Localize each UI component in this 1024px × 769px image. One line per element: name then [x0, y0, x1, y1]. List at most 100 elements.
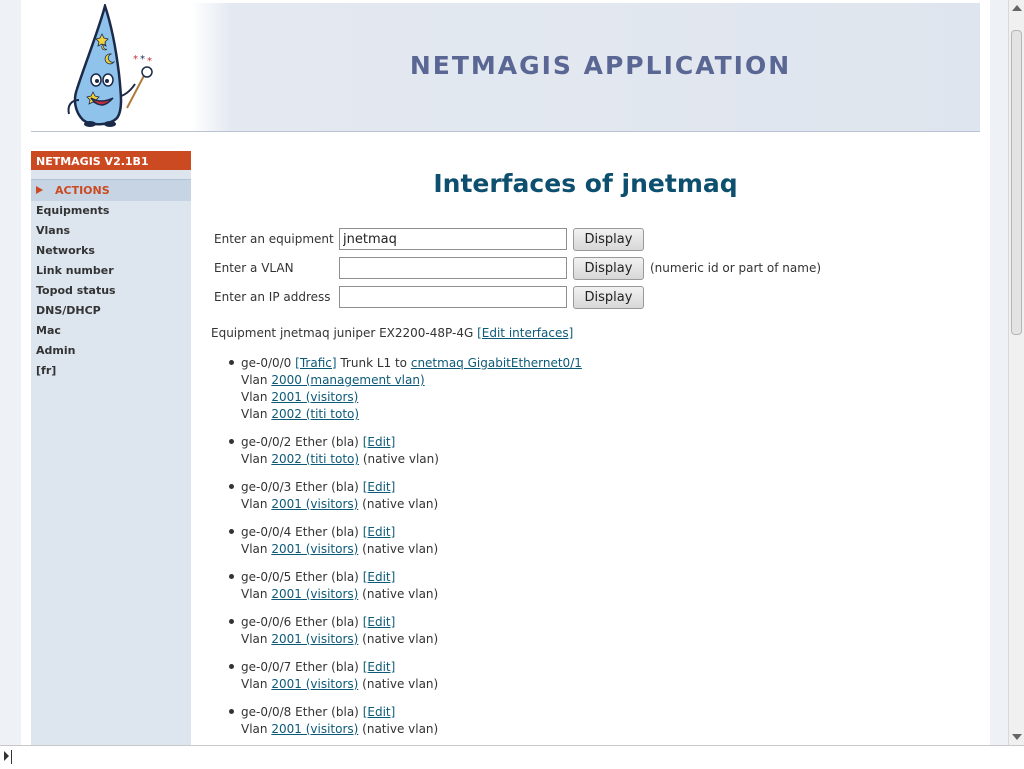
edit-interface-link[interactable]: [Edit]	[363, 480, 396, 494]
wizard-hat-mascot-icon: * * *	[67, 4, 153, 127]
play-arrow-icon	[4, 751, 9, 761]
interface-description: Ether (bla)	[295, 570, 359, 584]
interface-name: ge-0/0/5	[241, 570, 292, 584]
interface-description: Ether (bla)	[295, 435, 359, 449]
vlan-line: Vlan 2001 (visitors) (native vlan)	[241, 631, 582, 648]
sidebar-item-topod-status[interactable]: Topod status	[31, 281, 191, 301]
bullet-icon	[229, 574, 234, 579]
edit-interface-link[interactable]: [Edit]	[363, 525, 396, 539]
vlan-note: (native vlan)	[362, 452, 439, 466]
interface-item: ge-0/0/8 Ether (bla) [Edit] Vlan 2001 (v…	[229, 704, 582, 738]
svg-text:*: *	[140, 54, 145, 65]
vlan-note: (native vlan)	[362, 677, 439, 691]
bullet-icon	[229, 360, 234, 365]
sidebar-item-vlans[interactable]: Vlans	[31, 221, 191, 241]
vlan-note: (native vlan)	[362, 587, 439, 601]
vlan-line: Vlan 2001 (visitors) (native vlan)	[241, 721, 582, 738]
vlan-line: Vlan 2001 (visitors)	[241, 389, 582, 406]
vlan-label-text: Vlan	[241, 373, 268, 387]
vlan-label-text: Vlan	[241, 542, 268, 556]
interface-header: ge-0/0/7 Ether (bla) [Edit]	[241, 659, 582, 676]
interface-description: Trunk L1 to	[340, 356, 408, 370]
sidebar-item-link-number[interactable]: Link number	[31, 261, 191, 281]
vlan-link[interactable]: 2002 (titi toto)	[271, 452, 359, 466]
text-caret-icon	[11, 750, 12, 764]
bullet-icon	[229, 484, 234, 489]
app-title: NETMAGIS APPLICATION	[409, 51, 792, 80]
interface-name: ge-0/0/8	[241, 705, 292, 719]
vlan-link[interactable]: 2001 (visitors)	[271, 632, 358, 646]
interface-header: ge-0/0/8 Ether (bla) [Edit]	[241, 704, 582, 721]
sidebar-item-language[interactable]: [fr]	[31, 361, 191, 381]
peer-equipment-link[interactable]: cnetmaq GigabitEthernet0/1	[411, 356, 582, 370]
vlan-link[interactable]: 2001 (visitors)	[271, 497, 358, 511]
interface-header: ge-0/0/0 [Trafic] Trunk L1 to cnetmaq Gi…	[241, 355, 582, 372]
vlan-link[interactable]: 2001 (visitors)	[271, 722, 358, 736]
vlan-note: (native vlan)	[362, 497, 439, 511]
sidebar-section-actions: ACTIONS	[31, 179, 191, 201]
vlan-line: Vlan 2001 (visitors) (native vlan)	[241, 586, 582, 603]
scroll-up-arrow-icon[interactable]	[1012, 5, 1022, 11]
vlan-note: (native vlan)	[362, 542, 439, 556]
sidebar-item-networks[interactable]: Networks	[31, 241, 191, 261]
vlan-link[interactable]: 2001 (visitors)	[271, 587, 358, 601]
vlan-line: Vlan 2002 (titi toto) (native vlan)	[241, 451, 582, 468]
sidebar-item-admin[interactable]: Admin	[31, 341, 191, 361]
interface-header: ge-0/0/6 Ether (bla) [Edit]	[241, 614, 582, 631]
interface-description: Ether (bla)	[295, 705, 359, 719]
edit-interface-link[interactable]: [Edit]	[363, 435, 396, 449]
display-ip-button[interactable]: Display	[573, 285, 644, 309]
vlan-link[interactable]: 2001 (visitors)	[271, 677, 358, 691]
vlan-input[interactable]	[339, 257, 567, 279]
scrollbar-thumb[interactable]	[1011, 30, 1022, 335]
edit-interface-link[interactable]: [Edit]	[363, 705, 396, 719]
browser-viewport: NETMAGIS APPLICATION * * * NETMAGIS V2.1…	[0, 0, 1008, 745]
edit-interface-link[interactable]: [Edit]	[363, 660, 396, 674]
interface-header: ge-0/0/4 Ether (bla) [Edit]	[241, 524, 582, 541]
display-equipment-button[interactable]: Display	[573, 227, 644, 251]
bullet-icon	[229, 439, 234, 444]
interface-name: ge-0/0/4	[241, 525, 292, 539]
sidebar-item-mac[interactable]: Mac	[31, 321, 191, 341]
interface-name: ge-0/0/3	[241, 480, 292, 494]
bullet-icon	[229, 709, 234, 714]
trafic-link[interactable]: [Trafic]	[295, 356, 336, 370]
vlan-line: Vlan 2002 (titi toto)	[241, 406, 582, 423]
interface-name: ge-0/0/2	[241, 435, 292, 449]
equipment-input[interactable]	[339, 228, 567, 250]
vlan-label-text: Vlan	[241, 722, 268, 736]
interface-item: ge-0/0/7 Ether (bla) [Edit] Vlan 2001 (v…	[229, 659, 582, 693]
edit-interfaces-link[interactable]: [Edit interfaces]	[477, 326, 573, 340]
status-bar	[0, 745, 1024, 769]
scroll-down-arrow-icon[interactable]	[1012, 734, 1022, 740]
vertical-scrollbar[interactable]	[1008, 0, 1024, 745]
interface-name: ge-0/0/7	[241, 660, 292, 674]
sidebar: NETMAGIS V2.1B1 ACTIONS Equipments Vlans…	[31, 151, 191, 745]
interface-item: ge-0/0/3 Ether (bla) [Edit] Vlan 2001 (v…	[229, 479, 582, 513]
app-version: NETMAGIS V2.1B1	[31, 151, 191, 170]
vlan-link[interactable]: 2001 (visitors)	[271, 390, 358, 404]
edit-interface-link[interactable]: [Edit]	[363, 570, 396, 584]
interface-description: Ether (bla)	[295, 660, 359, 674]
display-vlan-button[interactable]: Display	[573, 256, 644, 280]
bullet-icon	[229, 664, 234, 669]
vlan-label-text: Vlan	[241, 407, 268, 421]
vlan-label-text: Vlan	[241, 587, 268, 601]
interface-item: ge-0/0/4 Ether (bla) [Edit] Vlan 2001 (v…	[229, 524, 582, 558]
vlan-line: Vlan 2001 (visitors) (native vlan)	[241, 541, 582, 558]
sidebar-item-dns-dhcp[interactable]: DNS/DHCP	[31, 301, 191, 321]
ip-form-row: Enter an IP address Display	[214, 285, 644, 309]
header-banner: NETMAGIS APPLICATION	[31, 3, 980, 132]
edit-interface-link[interactable]: [Edit]	[363, 615, 396, 629]
vlan-link[interactable]: 2001 (visitors)	[271, 542, 358, 556]
ip-input[interactable]	[339, 286, 567, 308]
vlan-label-text: Vlan	[241, 677, 268, 691]
vlan-link[interactable]: 2000 (management vlan)	[271, 373, 424, 387]
sidebar-item-equipments[interactable]: Equipments	[31, 201, 191, 221]
interface-name: ge-0/0/6	[241, 615, 292, 629]
svg-text:*: *	[147, 56, 152, 67]
vlan-link[interactable]: 2002 (titi toto)	[271, 407, 359, 421]
vlan-label-text: Vlan	[241, 390, 268, 404]
interface-header: ge-0/0/3 Ether (bla) [Edit]	[241, 479, 582, 496]
vlan-label-text: Vlan	[241, 497, 268, 511]
